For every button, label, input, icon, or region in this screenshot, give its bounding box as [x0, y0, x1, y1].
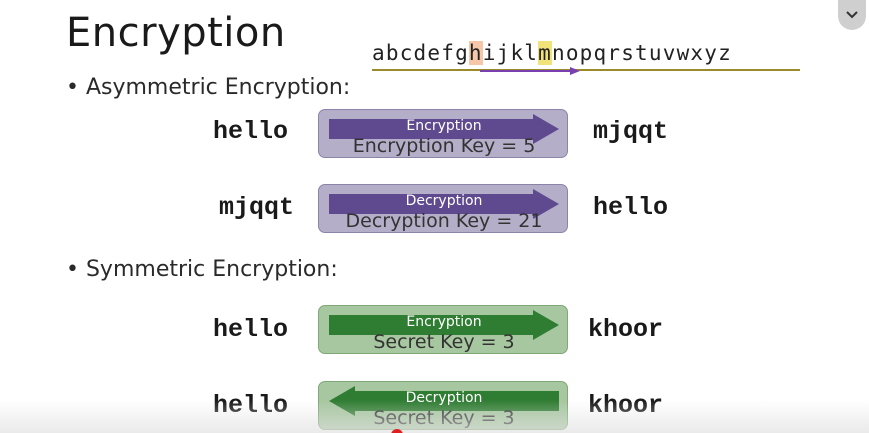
alphabet-letter: g	[455, 41, 469, 65]
shift-arrow-icon	[480, 67, 580, 75]
ciphertext-word: khoor	[588, 391, 664, 420]
plaintext-word: hello	[213, 315, 289, 344]
alphabet-letter: d	[413, 41, 428, 65]
alphabet-letter: b	[385, 41, 400, 65]
symmetric-heading: • Symmetric Encryption:	[66, 257, 338, 282]
decryption-box: Decryption Secret Key = 3	[318, 381, 568, 430]
alphabet-letter: l	[524, 41, 539, 65]
plaintext-word: hello	[213, 391, 289, 420]
alphabet-underline	[372, 69, 800, 71]
alphabet-strip: abcdefghijklmnopqrstuvwxyz	[372, 41, 732, 65]
alphabet-letter: e	[427, 41, 442, 65]
plaintext-word: hello	[593, 193, 669, 222]
key-label: Encryption Key = 5	[352, 135, 536, 157]
alphabet-letter: t	[635, 41, 649, 65]
alphabet-letter: h	[468, 41, 483, 65]
alphabet-letter: a	[372, 41, 386, 65]
arrow-label: Encryption	[406, 118, 482, 134]
alphabet-letter: p	[579, 41, 594, 65]
alphabet-letter: c	[399, 41, 414, 65]
alphabet-letter: v	[662, 41, 677, 65]
alphabet-letter: u	[648, 41, 663, 65]
alphabet-letter: m	[538, 41, 552, 65]
alphabet-letter: n	[551, 41, 566, 65]
alphabet-letter: z	[718, 41, 732, 65]
alphabet-letter: k	[510, 41, 525, 65]
scroll-down-button[interactable]	[838, 0, 866, 30]
asymmetric-heading: • Asymmetric Encryption:	[66, 75, 351, 100]
alphabet-letter: f	[441, 41, 456, 65]
alphabet-letter: j	[496, 41, 511, 65]
alphabet-letter: r	[607, 41, 622, 65]
chevron-down-icon	[846, 11, 858, 19]
key-label: Secret Key = 3	[373, 331, 515, 353]
plaintext-word: hello	[213, 117, 289, 146]
alphabet-letter: y	[704, 41, 719, 65]
alphabet-letter: o	[565, 41, 580, 65]
ciphertext-word: khoor	[588, 315, 664, 344]
alphabet-letter: q	[593, 41, 608, 65]
alphabet-letter: i	[482, 41, 497, 65]
key-label: Secret Key = 3	[373, 407, 515, 429]
encryption-box: Encryption Secret Key = 3	[318, 305, 568, 354]
ciphertext-word: mjqqt	[593, 117, 669, 146]
arrow-label: Decryption	[405, 390, 483, 406]
arrow-label: Encryption	[406, 314, 482, 330]
slide-title: Encryption	[66, 10, 286, 56]
alphabet-letter: w	[676, 41, 691, 65]
ciphertext-word: mjqqt	[219, 193, 295, 222]
key-label: Decryption Key = 21	[345, 210, 543, 232]
alphabet-letter: s	[621, 41, 636, 65]
decryption-box: Decryption Decryption Key = 21	[318, 184, 568, 233]
encryption-box: Encryption Encryption Key = 5	[318, 109, 568, 158]
arrow-label: Decryption	[405, 193, 483, 209]
alphabet-letter: x	[690, 41, 705, 65]
